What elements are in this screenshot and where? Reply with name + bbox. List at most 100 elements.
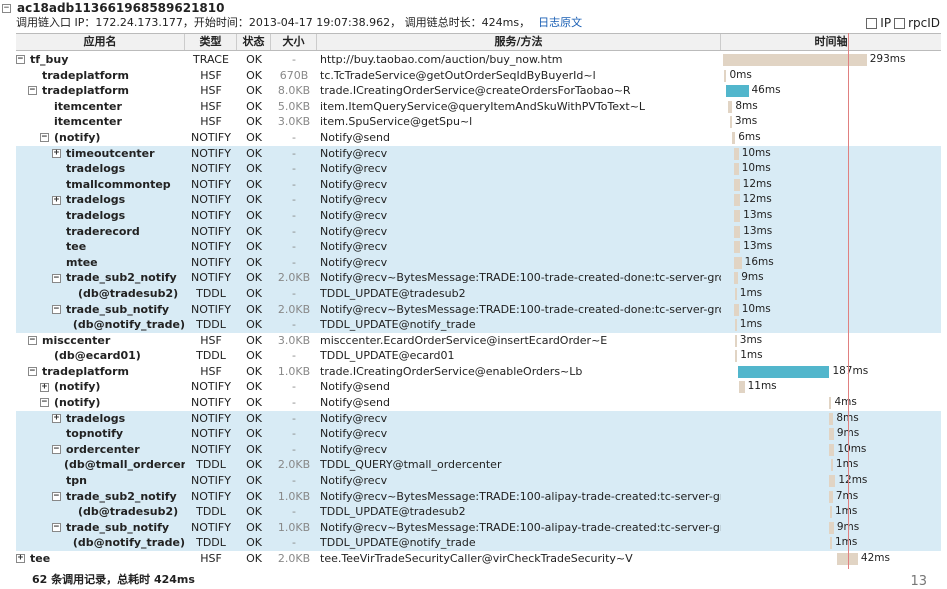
timeline-bar[interactable] [733, 225, 741, 238]
row-service[interactable]: Notify@send [320, 395, 721, 411]
timeline-bar[interactable] [733, 209, 741, 222]
row-service[interactable]: Notify@recv [320, 192, 721, 208]
table-row[interactable]: + tradelogs NOTIFY OK - Notify@recv 12ms [16, 192, 941, 208]
table-row[interactable]: mtee NOTIFY OK - Notify@recv 16ms [16, 254, 941, 271]
row-service[interactable]: item.ItemQueryService@queryItemAndSkuWit… [320, 99, 721, 115]
timeline-bar[interactable] [829, 397, 832, 410]
timeline-bar[interactable] [830, 459, 833, 472]
row-service[interactable]: Notify@send [320, 130, 721, 146]
expand-icon[interactable]: + [52, 195, 61, 205]
timeline-bar[interactable] [733, 163, 739, 176]
table-row[interactable]: tee NOTIFY OK - Notify@recv 13ms [16, 239, 941, 255]
table-row[interactable]: tmallcommontep NOTIFY OK - Notify@recv 12ms [16, 176, 941, 193]
table-row[interactable]: tradelogs NOTIFY OK - Notify@recv 10ms [16, 161, 941, 177]
table-row[interactable]: + tee HSF OK 2.0KB tee.TeeVirTradeSecurityCal… [16, 551, 941, 567]
timeline-bar[interactable] [728, 100, 733, 113]
timeline-bar[interactable] [733, 303, 739, 316]
row-service[interactable]: Notify@recv [320, 442, 721, 458]
collapse-icon[interactable]: − [52, 304, 61, 314]
expand-icon[interactable]: + [16, 554, 25, 564]
timeline-bar[interactable] [724, 69, 727, 82]
table-row[interactable]: (db@ecard01) TDDL OK - TDDL_UPDATE@ecard01 1m… [16, 348, 941, 364]
row-service[interactable]: Notify@recv [320, 426, 721, 442]
table-row[interactable]: (db@notify_trade) TDDL OK - TDDL_UPDATE@noti… [16, 317, 941, 333]
row-service[interactable]: Notify@recv~BytesMessage:TRADE:100-alipa… [320, 520, 721, 536]
timeline-bar[interactable] [723, 54, 867, 66]
timeline-bar[interactable] [733, 241, 741, 254]
timeline-bar[interactable] [829, 490, 833, 503]
timeline-bar[interactable] [733, 256, 742, 269]
expand-icon[interactable]: + [52, 148, 61, 158]
timeline-bar[interactable] [734, 334, 737, 347]
row-service[interactable]: Notify@recv [320, 411, 721, 427]
table-row[interactable]: tradeplatform HSF OK 670B tc.TcTradeService@… [16, 68, 941, 84]
timeline-bar[interactable] [829, 506, 832, 519]
timeline-bar[interactable] [729, 116, 732, 129]
row-service[interactable]: TDDL_QUERY@tmall_ordercenter [320, 457, 721, 473]
timeline-bar[interactable] [734, 319, 737, 332]
timeline-bar[interactable] [733, 147, 739, 160]
table-row[interactable]: − trade_sub_notify NOTIFY OK 2.0KB Notify@rec… [16, 301, 941, 318]
row-service[interactable]: TDDL_UPDATE@notify_trade [320, 535, 721, 551]
table-row[interactable]: + tradelogs NOTIFY OK - Notify@recv8ms [16, 410, 941, 427]
collapse-icon[interactable]: − [28, 86, 37, 96]
row-service[interactable]: trade.ICreatingOrderService@createOrders… [320, 83, 721, 99]
table-row[interactable]: − tradeplatform HSF OK 1.0KB trade.ICreatingO… [16, 364, 941, 380]
row-service[interactable]: Notify@recv~BytesMessage:TRADE:100-alipa… [320, 489, 721, 505]
table-row[interactable]: itemcenter HSF OK 3.0KB item.SpuService@getS… [16, 114, 941, 130]
table-row[interactable]: − (notify) NOTIFY OK - Notify@send 6ms [16, 130, 941, 146]
table-row[interactable]: − trade_sub2_notify NOTIFY OK 1.0KB Notify@re… [16, 488, 941, 505]
expand-icon[interactable]: + [52, 413, 61, 423]
table-row[interactable]: − ordercenter NOTIFY OK - Notify@recv 10ms [16, 441, 941, 458]
collapse-icon[interactable]: − [52, 273, 61, 283]
timeline-bar[interactable] [733, 194, 740, 207]
table-row[interactable]: (db@tradesub2) TDDL OK - TDDL_UPDATE@tradesu… [16, 504, 941, 520]
row-service[interactable]: Notify@recv [320, 224, 721, 240]
expand-icon[interactable]: + [40, 382, 49, 392]
rpcid-checkbox[interactable] [894, 17, 906, 29]
row-service[interactable]: TDDL_UPDATE@ecard01 [320, 348, 721, 364]
collapse-icon[interactable]: − [52, 523, 61, 533]
ip-checkbox[interactable] [866, 17, 878, 29]
row-service[interactable]: Notify@recv [320, 208, 721, 224]
row-service[interactable]: Notify@recv [320, 255, 721, 271]
row-service[interactable]: Notify@recv [320, 239, 721, 255]
row-service[interactable]: Notify@send [320, 379, 721, 395]
timeline-bar[interactable] [725, 85, 749, 98]
row-service[interactable]: Notify@recv [320, 177, 721, 193]
timeline-bar[interactable] [734, 287, 737, 300]
timeline-bar[interactable] [829, 428, 834, 441]
table-row[interactable]: (db@tradesub2) TDDL OK - TDDL_UPDATE@tradesu… [16, 285, 941, 302]
table-row[interactable]: − misccenter HSF OK 3.0KB misccenter.EcardOrd… [16, 333, 941, 349]
timeline-bar[interactable] [829, 443, 835, 456]
timeline-bar[interactable] [829, 521, 834, 534]
table-row[interactable]: tpn NOTIFY OK - Notify@recv 12ms [16, 473, 941, 489]
log-source-link[interactable]: 日志原文 [538, 16, 582, 29]
table-row[interactable]: − trade_sub2_notify NOTIFY OK 2.0KB Notify@re… [16, 270, 941, 286]
table-row[interactable]: itemcenter HSF OK 5.0KB item.ItemQueryServic… [16, 99, 941, 115]
row-service[interactable]: trade.ICreatingOrderService@enableOrders… [320, 364, 721, 380]
timeline-bar[interactable] [737, 365, 830, 378]
row-service[interactable]: Notify@recv [320, 146, 721, 162]
row-service[interactable]: http://buy.taobao.com/auction/buy_now.ht… [320, 52, 721, 68]
row-service[interactable]: misccenter.EcardOrderService@insertEcard… [320, 333, 721, 349]
row-service[interactable]: TDDL_UPDATE@notify_trade [320, 317, 721, 333]
table-row[interactable]: (db@notify_trade) TDDL OK - TDDL_UPDATE@noti… [16, 535, 941, 551]
row-service[interactable]: tc.TcTradeService@getOutOrderSeqIdByBuye… [320, 68, 721, 84]
timeline-bar[interactable] [733, 272, 739, 285]
timeline-bar[interactable] [733, 178, 740, 191]
row-service[interactable]: Notify@recv [320, 473, 721, 489]
timeline-bar[interactable] [829, 475, 836, 488]
row-service[interactable]: Notify@recv~BytesMessage:TRADE:100-trade… [320, 302, 721, 318]
timeline-bar[interactable] [739, 381, 745, 394]
row-service[interactable]: Notify@recv [320, 161, 721, 177]
timeline-bar[interactable] [732, 131, 736, 144]
row-service[interactable]: item.SpuService@getSpu~l [320, 114, 721, 130]
row-service[interactable]: TDDL_UPDATE@tradesub2 [320, 504, 721, 520]
collapse-icon[interactable]: − [40, 133, 49, 143]
table-row[interactable]: traderecord NOTIFY OK - Notify@recv 13ms [16, 223, 941, 240]
collapse-icon[interactable]: − [52, 491, 61, 501]
collapse-icon[interactable]: − [52, 445, 61, 455]
table-row[interactable]: tradelogs NOTIFY OK - Notify@recv 13ms [16, 207, 941, 224]
timeline-bar[interactable] [735, 350, 738, 363]
